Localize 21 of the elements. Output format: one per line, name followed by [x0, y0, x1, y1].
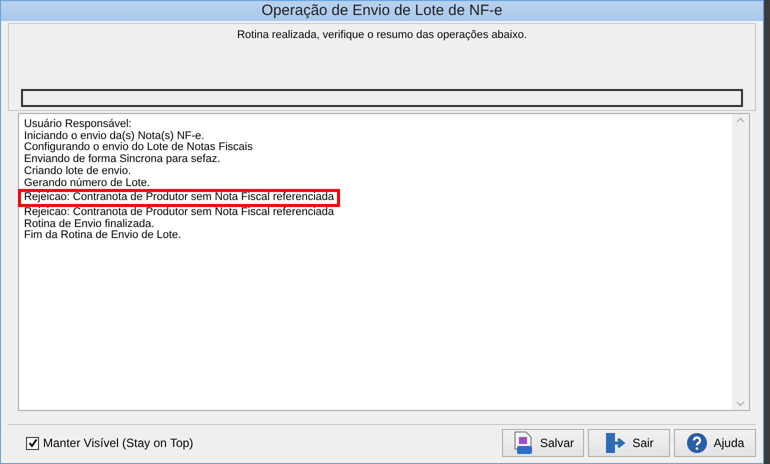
checkbox-label: Manter Visível (Stay on Top)	[43, 435, 194, 452]
stay-on-top-checkbox[interactable]	[26, 436, 39, 450]
exit-door-icon	[604, 432, 626, 454]
status-message: Rotina realizada, verifique o resumo das operações abaixo.	[236, 28, 528, 43]
log-line: Usuário Responsável:	[24, 119, 133, 131]
help-icon	[686, 432, 708, 454]
exit-button[interactable]: Sair	[588, 429, 670, 457]
log-line: Iniciando o envio da(s) Nota(s) NF-e.	[24, 130, 204, 142]
log-line: Rotina de Envio finalizada.	[24, 218, 156, 230]
save-button[interactable]: Salvar	[502, 429, 584, 457]
log-file-icon	[512, 431, 534, 455]
log-line: Configurando o envio do Lote de Notas Fiscais	[24, 142, 254, 154]
log-line: Rejeicao: Contranota de Produtor sem Nota Fiscal referenciada	[24, 206, 335, 219]
log-line: Criando lote de envio.	[24, 166, 132, 178]
help-button[interactable]: Ajuda	[674, 429, 756, 457]
scroll-up-icon[interactable]	[736, 117, 745, 123]
window-title: Operação de Envio de Lote de NF-e	[262, 0, 502, 21]
log-line: Fim da Rotina de Envio de Lote.	[24, 230, 182, 242]
log-line: Enviando de forma Sincrona para sefaz.	[24, 154, 222, 166]
scroll-down-icon[interactable]	[736, 401, 745, 407]
log-line: Gerando número de Lote.	[24, 178, 151, 190]
